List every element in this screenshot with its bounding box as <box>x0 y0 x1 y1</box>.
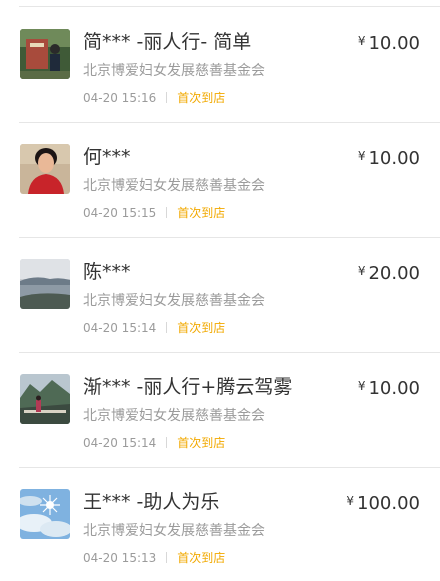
amount-value: 10.00 <box>368 378 420 399</box>
currency-symbol: ¥ <box>357 264 366 278</box>
seaside-avatar-icon <box>20 259 70 309</box>
donation-time: 04-20 15:15 <box>83 206 157 220</box>
first-visit-tag: 首次到店 <box>177 551 226 565</box>
donation-amount: ¥10.00 <box>358 144 420 171</box>
donation-row[interactable]: 渐*** -丽人行+腾云驾雾 ¥10.00 北京博爱妇女发展慈善基金会 04-2… <box>0 352 440 466</box>
currency-symbol: ¥ <box>357 149 366 163</box>
donation-meta: 04-20 15:14 首次到店 <box>83 434 225 452</box>
organization-name: 北京博爱妇女发展慈善基金会 <box>83 408 265 424</box>
donation-amount: ¥100.00 <box>346 489 420 516</box>
donor-name: 简*** -丽人行- 简单 <box>83 31 252 53</box>
organization-name: 北京博爱妇女发展慈善基金会 <box>83 178 265 194</box>
donor-name: 王*** -助人为乐 <box>83 491 220 513</box>
amount-value: 10.00 <box>368 33 420 54</box>
amount-value: 100.00 <box>357 493 420 514</box>
currency-symbol: ¥ <box>346 494 355 508</box>
donation-time: 04-20 15:14 <box>83 321 157 335</box>
donation-row[interactable]: 陈*** ¥20.00 北京博爱妇女发展慈善基金会 04-20 15:14 首次到… <box>0 237 440 351</box>
donation-list: 简*** -丽人行- 简单 ¥10.00 北京博爱妇女发展慈善基金会 04-20… <box>0 0 440 568</box>
mountain-avatar-icon <box>20 374 70 424</box>
meta-separator <box>166 207 168 218</box>
donation-row[interactable]: 简*** -丽人行- 简单 ¥10.00 北京博爱妇女发展慈善基金会 04-20… <box>0 7 440 121</box>
organization-name: 北京博爱妇女发展慈善基金会 <box>83 523 265 539</box>
first-visit-tag: 首次到店 <box>177 436 226 450</box>
first-visit-tag: 首次到店 <box>177 91 226 105</box>
donation-amount: ¥10.00 <box>358 374 420 401</box>
donation-meta: 04-20 15:15 首次到店 <box>83 204 225 222</box>
meta-separator <box>166 92 168 103</box>
donation-row[interactable]: 何*** ¥10.00 北京博爱妇女发展慈善基金会 04-20 15:15 首次到… <box>0 122 440 236</box>
currency-symbol: ¥ <box>357 34 366 48</box>
first-visit-tag: 首次到店 <box>177 206 226 220</box>
amount-value: 10.00 <box>368 148 420 169</box>
portrait-avatar-icon <box>20 144 70 194</box>
donation-meta: 04-20 15:13 首次到店 <box>83 549 225 567</box>
sky-sun-avatar-icon <box>20 489 70 539</box>
donation-time: 04-20 15:14 <box>83 436 157 450</box>
donation-row[interactable]: 王*** -助人为乐 ¥100.00 北京博爱妇女发展慈善基金会 04-20 1… <box>0 467 440 581</box>
amount-value: 20.00 <box>368 263 420 284</box>
donation-meta: 04-20 15:14 首次到店 <box>83 319 225 337</box>
group-photo-avatar-icon <box>20 29 70 79</box>
meta-separator <box>166 552 168 563</box>
first-visit-tag: 首次到店 <box>177 321 226 335</box>
meta-separator <box>166 322 168 333</box>
organization-name: 北京博爱妇女发展慈善基金会 <box>83 293 265 309</box>
donation-amount: ¥20.00 <box>358 259 420 286</box>
donation-amount: ¥10.00 <box>358 29 420 56</box>
donation-time: 04-20 15:13 <box>83 551 157 565</box>
donor-name: 陈*** <box>83 261 131 283</box>
donation-meta: 04-20 15:16 首次到店 <box>83 89 225 107</box>
donor-name: 何*** <box>83 146 131 168</box>
organization-name: 北京博爱妇女发展慈善基金会 <box>83 63 265 79</box>
donor-name: 渐*** -丽人行+腾云驾雾 <box>83 376 293 398</box>
meta-separator <box>166 437 168 448</box>
donation-time: 04-20 15:16 <box>83 91 157 105</box>
currency-symbol: ¥ <box>357 379 366 393</box>
